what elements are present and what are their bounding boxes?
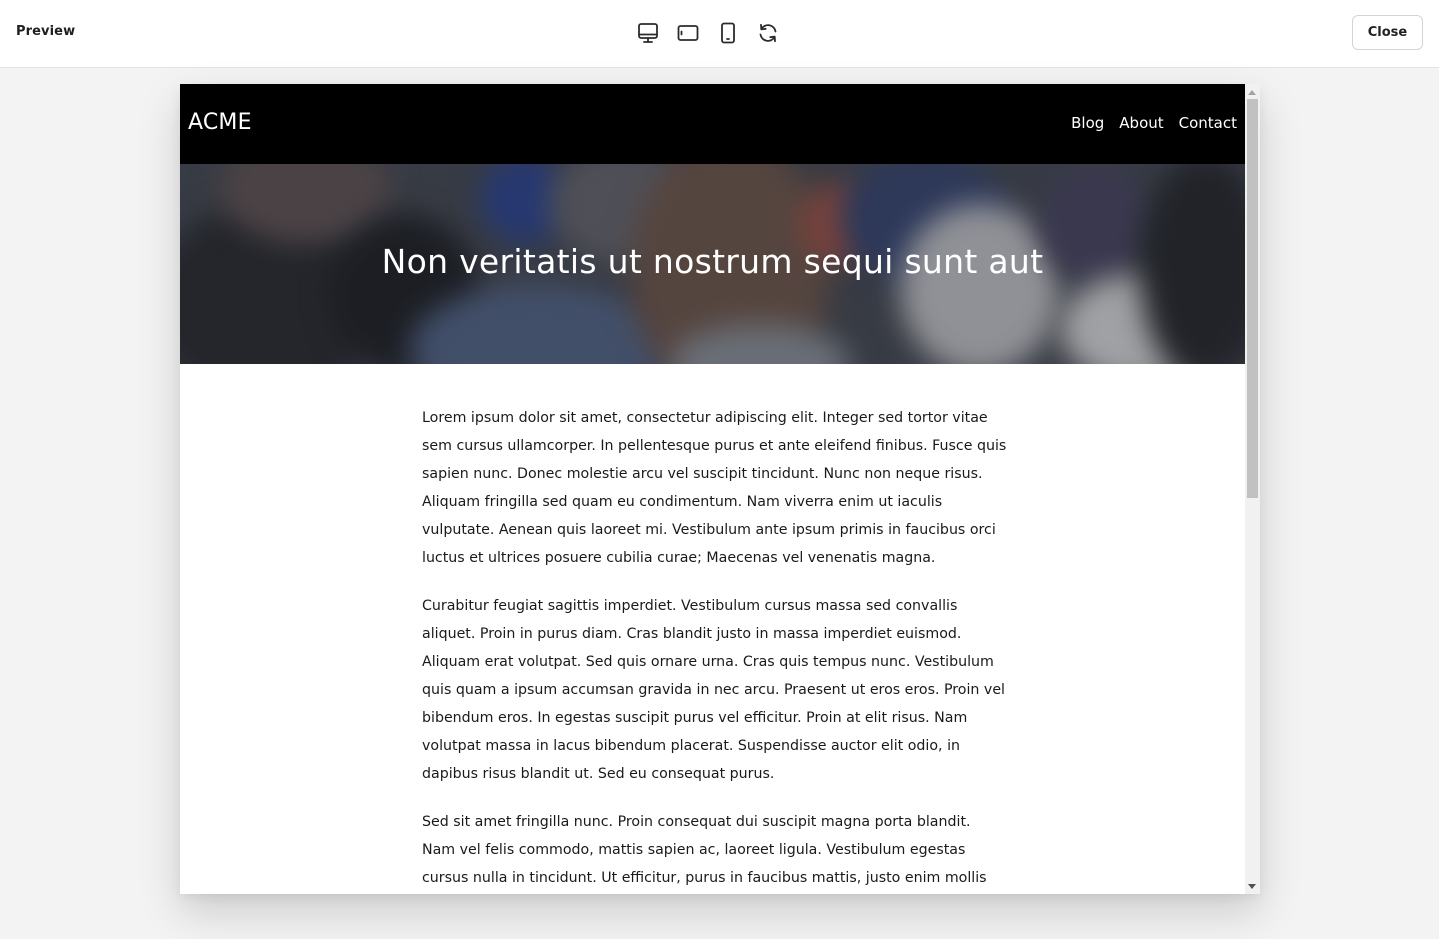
preview-page: ACME Blog About Contact Non veritatis ut… — [180, 84, 1245, 894]
nav-link-blog[interactable]: Blog — [1071, 114, 1104, 132]
scrollbar-thumb[interactable] — [1247, 99, 1258, 498]
site-nav-links: Blog About Contact — [1071, 114, 1237, 132]
preview-toolbar: Preview Close — [0, 0, 1439, 68]
nav-link-contact[interactable]: Contact — [1179, 114, 1237, 132]
preview-frame: ACME Blog About Contact Non veritatis ut… — [180, 84, 1260, 894]
desktop-view-button[interactable] — [633, 18, 663, 48]
close-button[interactable]: Close — [1352, 15, 1423, 50]
scroll-up-arrow-icon[interactable] — [1248, 90, 1256, 95]
tablet-view-button[interactable] — [673, 18, 703, 48]
preview-scrollbar[interactable] — [1245, 84, 1260, 894]
article-paragraph: Curabitur feugiat sagittis imperdiet. Ve… — [422, 598, 1006, 782]
scroll-down-arrow-icon[interactable] — [1248, 884, 1256, 889]
site-navbar: ACME Blog About Contact — [180, 84, 1245, 164]
rotate-icon — [757, 22, 779, 44]
device-switcher — [633, 18, 783, 48]
nav-link-about[interactable]: About — [1119, 114, 1163, 132]
preview-title: Preview — [16, 24, 76, 39]
phone-icon — [717, 22, 739, 44]
monitor-icon — [637, 22, 659, 44]
article-paragraph: Sed sit amet fringilla nunc. Proin conse… — [422, 814, 987, 886]
rotate-view-button[interactable] — [753, 18, 783, 48]
article-body: Lorem ipsum dolor sit amet, consectetur … — [422, 404, 1007, 894]
site-logo[interactable]: ACME — [188, 110, 252, 135]
tablet-landscape-icon — [677, 22, 699, 44]
mobile-view-button[interactable] — [713, 18, 743, 48]
hero-title: Non veritatis ut nostrum sequi sunt aut — [381, 242, 1044, 281]
hero-banner: Non veritatis ut nostrum sequi sunt aut — [180, 164, 1245, 364]
article-paragraph: Lorem ipsum dolor sit amet, consectetur … — [422, 410, 1007, 566]
